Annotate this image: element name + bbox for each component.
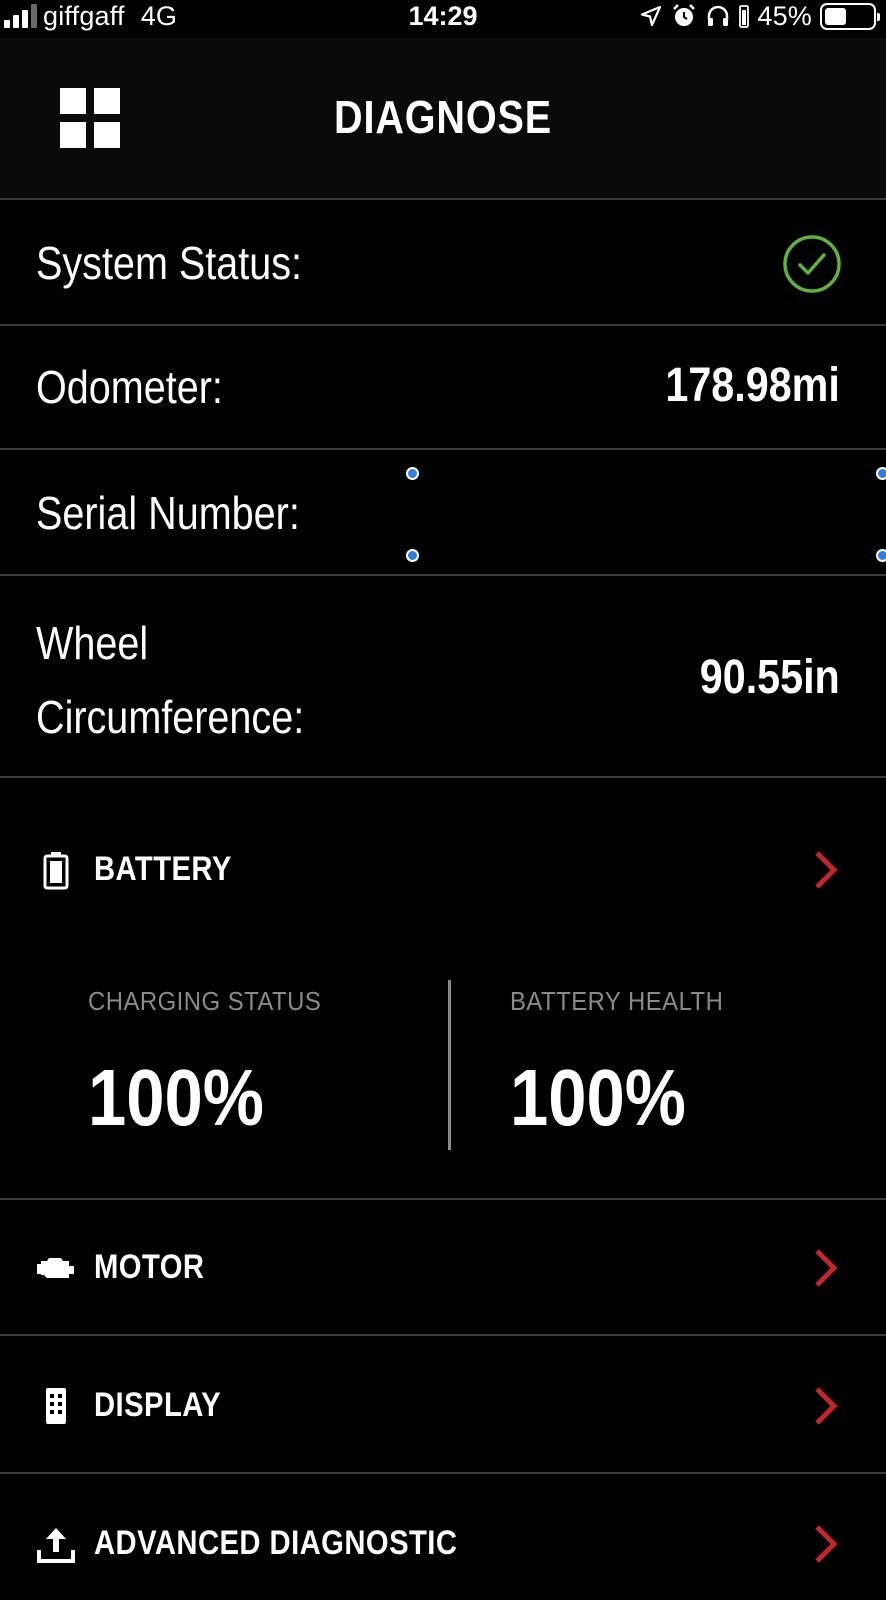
selection-handle[interactable] bbox=[876, 467, 886, 480]
upload-icon bbox=[37, 1528, 75, 1563]
battery-section-label: BATTERY bbox=[94, 850, 232, 888]
headphones-icon bbox=[708, 5, 729, 26]
chevron-right-icon[interactable] bbox=[810, 1386, 840, 1426]
wheel-circumference-value: 90.55in bbox=[700, 651, 840, 704]
section-divider bbox=[0, 1198, 886, 1200]
alarm-icon bbox=[673, 4, 696, 26]
battery-indicator-fill bbox=[825, 7, 846, 25]
odometer-value: 178.98mi bbox=[665, 359, 840, 412]
wheel-label-line1: Wheel bbox=[36, 617, 149, 669]
serial-number-row: Serial Number: bbox=[0, 450, 886, 576]
location-arrow-icon bbox=[641, 5, 662, 27]
serial-number-label: Serial Number: bbox=[36, 487, 300, 539]
section-divider bbox=[0, 1472, 886, 1474]
battery-indicator-icon bbox=[820, 2, 880, 30]
selection-handle[interactable] bbox=[406, 549, 419, 562]
check-circle-icon bbox=[783, 235, 841, 293]
status-bar-right: 45% bbox=[639, 0, 880, 32]
odometer-label: Odometer: bbox=[36, 361, 223, 413]
status-bar: giffgaff 4G 14:29 45% bbox=[0, 0, 886, 38]
motor-section-header[interactable]: MOTOR bbox=[0, 1228, 886, 1308]
stat-divider bbox=[448, 980, 451, 1150]
battery-health-value: 100% bbox=[510, 1053, 686, 1142]
odometer-row: Odometer: 178.98mi bbox=[0, 326, 886, 450]
wheel-circumference-row: Wheel Circumference: 90.55in bbox=[0, 576, 886, 778]
battery-icon bbox=[43, 852, 69, 890]
system-status-label: System Status: bbox=[36, 237, 303, 289]
advanced-diagnostic-section-header[interactable]: ADVANCED DIAGNOSTIC bbox=[0, 1504, 886, 1584]
advanced-diagnostic-label: ADVANCED DIAGNOSTIC bbox=[94, 1524, 458, 1562]
chevron-right-icon[interactable] bbox=[810, 1248, 840, 1288]
chevron-right-icon[interactable] bbox=[810, 850, 840, 890]
battery-section-header[interactable]: BATTERY bbox=[0, 830, 886, 910]
battery-percent: 45% bbox=[757, 0, 812, 31]
section-divider bbox=[0, 1334, 886, 1336]
chevron-right-icon[interactable] bbox=[810, 1524, 840, 1564]
page-title: DIAGNOSE bbox=[334, 91, 552, 143]
charging-status-label: CHARGING STATUS bbox=[88, 986, 322, 1016]
motor-icon bbox=[37, 1258, 74, 1278]
display-section-header[interactable]: DISPLAY bbox=[0, 1366, 886, 1446]
nav-bar: DIAGNOSE bbox=[0, 38, 886, 200]
motor-section-label: MOTOR bbox=[94, 1248, 205, 1286]
selection-handle[interactable] bbox=[406, 467, 419, 480]
system-status-row: System Status: bbox=[0, 202, 886, 326]
display-section-label: DISPLAY bbox=[94, 1386, 222, 1424]
headphone-battery-icon bbox=[739, 5, 750, 28]
selection-handle[interactable] bbox=[876, 549, 886, 562]
charging-status-value: 100% bbox=[88, 1053, 264, 1142]
battery-health-label: BATTERY HEALTH bbox=[510, 986, 724, 1016]
wheel-label-line2: Circumference: bbox=[36, 691, 305, 743]
display-icon bbox=[46, 1388, 66, 1424]
